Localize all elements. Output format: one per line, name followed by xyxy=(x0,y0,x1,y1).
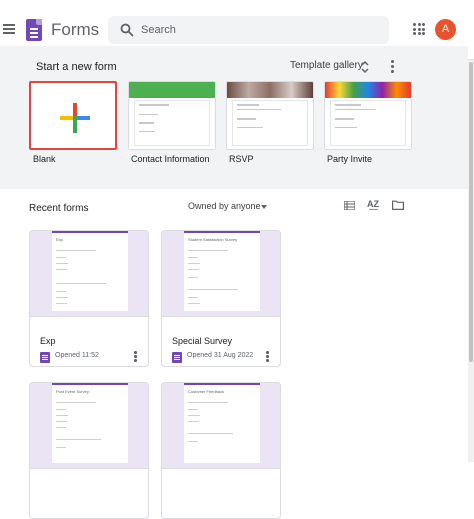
form-thumbnail: Exp xyxy=(30,231,148,317)
template-label-rsvp: RSVP xyxy=(229,154,254,164)
forms-logo-icon[interactable] xyxy=(26,19,42,41)
recent-form-card[interactable]: Student Satisfaction Survey Special Surv… xyxy=(161,230,281,367)
template-contact-information[interactable] xyxy=(128,81,216,150)
template-rsvp[interactable] xyxy=(226,81,314,150)
hamburger-icon[interactable] xyxy=(3,24,15,34)
search-input[interactable] xyxy=(141,16,381,44)
template-preview xyxy=(232,100,308,146)
template-blank[interactable] xyxy=(29,81,117,150)
form-opened-date: Opened 31 Aug 2022 xyxy=(187,352,254,359)
form-name: Special Survey xyxy=(172,336,233,346)
template-label-contact: Contact Information xyxy=(131,154,210,164)
recent-form-card[interactable]: Post Event Survey xyxy=(29,382,149,519)
unfold-icon[interactable] xyxy=(361,60,369,74)
apps-grid-icon[interactable] xyxy=(413,23,425,35)
forms-icon xyxy=(40,352,50,363)
search-icon[interactable] xyxy=(120,23,134,37)
template-party-invite[interactable] xyxy=(324,81,412,150)
form-preview: Customer Feedback xyxy=(184,383,260,463)
form-opened-date: Opened 11:52 xyxy=(55,352,99,359)
forms-icon xyxy=(172,352,182,363)
scrollbar-thumb[interactable] xyxy=(469,62,473,362)
form-preview: Exp xyxy=(52,231,128,311)
template-header xyxy=(325,82,411,98)
form-preview: Student Satisfaction Survey xyxy=(184,231,260,311)
template-label-party: Party Invite xyxy=(327,154,373,164)
form-thumbnail: Customer Feedback xyxy=(162,383,280,469)
search-bar[interactable] xyxy=(108,16,389,44)
section-title: Start a new form xyxy=(36,61,117,73)
app-title[interactable]: Forms xyxy=(51,20,99,40)
template-header xyxy=(129,82,215,98)
sort-az-icon[interactable]: A͟Z xyxy=(367,199,379,209)
avatar[interactable]: A xyxy=(435,19,456,40)
form-thumbnail: Student Satisfaction Survey xyxy=(162,231,280,317)
scrollbar[interactable] xyxy=(468,60,474,462)
form-preview-title: Exp xyxy=(56,237,63,242)
template-preview xyxy=(134,100,210,146)
form-thumbnail: Post Event Survey xyxy=(30,383,148,469)
template-gallery-button[interactable]: Template gallery xyxy=(290,60,363,71)
owner-filter-dropdown[interactable]: Owned by anyone xyxy=(188,201,261,211)
more-vert-icon[interactable] xyxy=(266,351,269,362)
recent-form-card[interactable]: Exp Exp Opened 11:52 xyxy=(29,230,149,367)
recent-forms-title: Recent forms xyxy=(29,203,89,214)
folder-icon[interactable] xyxy=(392,200,404,210)
form-name: Exp xyxy=(40,336,56,346)
more-vert-icon[interactable] xyxy=(391,60,395,74)
form-preview: Post Event Survey xyxy=(52,383,128,463)
template-label-blank: Blank xyxy=(33,154,56,164)
template-header xyxy=(227,82,313,98)
plus-icon xyxy=(60,103,90,133)
form-preview-title: Post Event Survey xyxy=(56,389,89,394)
dropdown-arrow-icon[interactable] xyxy=(261,205,267,209)
list-view-icon[interactable] xyxy=(344,201,355,210)
template-preview xyxy=(330,100,406,146)
form-preview-title: Student Satisfaction Survey xyxy=(188,237,238,242)
recent-form-card[interactable]: Customer Feedback xyxy=(161,382,281,519)
more-vert-icon[interactable] xyxy=(134,351,137,362)
form-preview-title: Customer Feedback xyxy=(188,389,225,394)
start-new-form-section: Start a new form Template gallery Blank … xyxy=(0,46,468,189)
